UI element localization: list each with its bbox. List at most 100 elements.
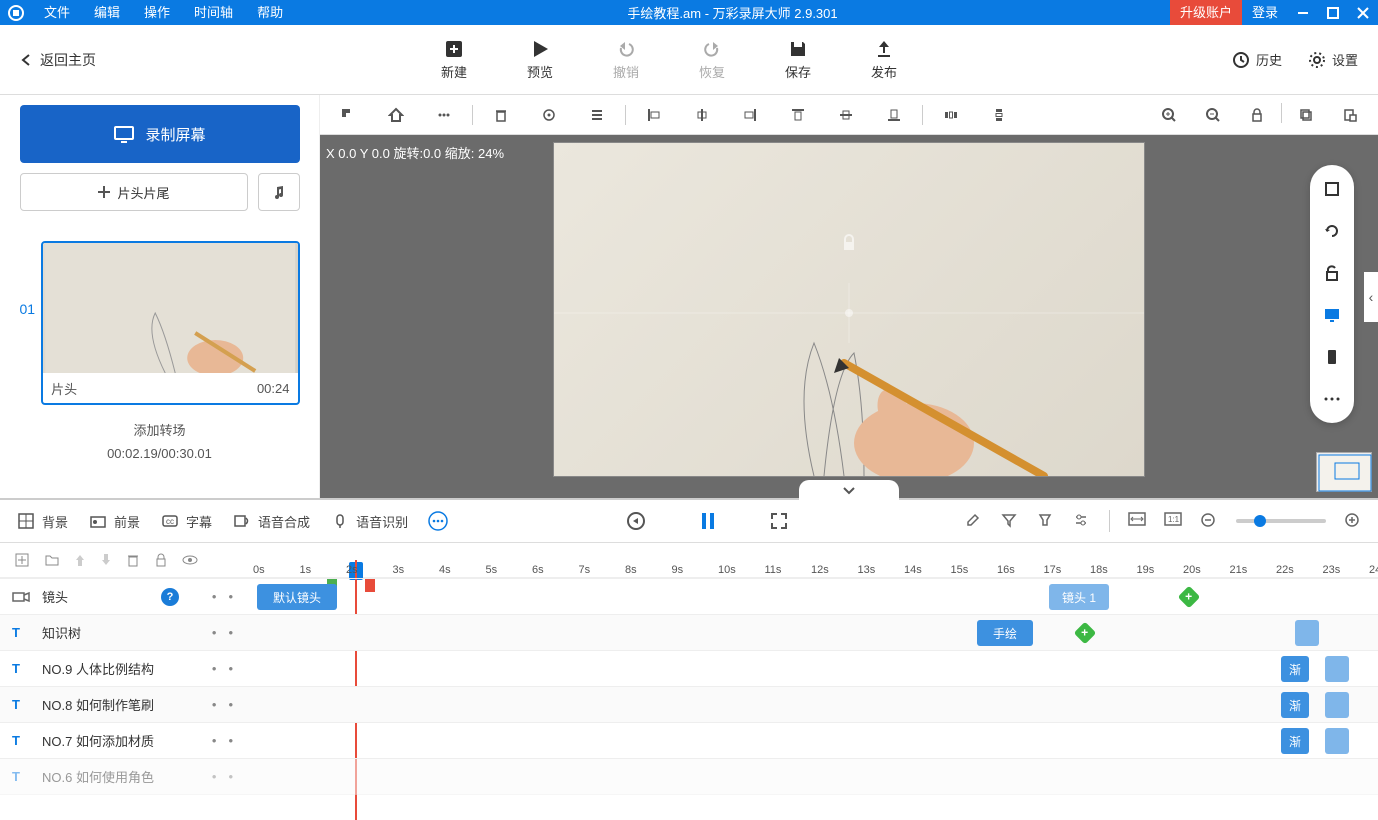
minimize-button[interactable]: [1288, 0, 1318, 25]
home-icon[interactable]: [384, 103, 408, 127]
clip-fade[interactable]: 渐: [1281, 728, 1309, 754]
canvas-stage[interactable]: [320, 135, 1378, 498]
maximize-button[interactable]: [1318, 0, 1348, 25]
clip-end[interactable]: [1295, 620, 1319, 646]
edit-icon[interactable]: [965, 512, 983, 530]
mobile-icon[interactable]: [1320, 345, 1344, 369]
eye-icon[interactable]: [182, 554, 198, 566]
subtitle-button[interactable]: cc字幕: [160, 511, 212, 531]
clip-default-camera[interactable]: 默认镜头: [257, 584, 337, 610]
align-left-icon[interactable]: [642, 103, 666, 127]
expand-right-panel-button[interactable]: ‹: [1364, 272, 1378, 322]
target-icon[interactable]: [537, 103, 561, 127]
up-icon[interactable]: [74, 552, 86, 568]
menu-file[interactable]: 文件: [32, 0, 82, 25]
clip-end[interactable]: [1325, 728, 1349, 754]
undo-button[interactable]: 撤销: [613, 38, 639, 81]
zoom-slider[interactable]: [1236, 519, 1326, 523]
track-content[interactable]: 渐: [253, 723, 1378, 758]
more-tools-icon[interactable]: [1320, 387, 1344, 411]
unlock-icon[interactable]: [1320, 261, 1344, 285]
scene-card[interactable]: 片头 00:24: [41, 241, 299, 405]
menu-timeline[interactable]: 时间轴: [182, 0, 245, 25]
corner-icon[interactable]: [336, 103, 360, 127]
collapse-panel-button[interactable]: [799, 480, 899, 500]
canvas-frame[interactable]: [554, 143, 1144, 476]
add-transition-button[interactable]: 添加转场: [107, 419, 212, 442]
mini-map[interactable]: [1316, 452, 1372, 492]
close-button[interactable]: [1348, 0, 1378, 25]
align-bottom-icon[interactable]: [882, 103, 906, 127]
pause-button[interactable]: [697, 510, 719, 532]
track-content[interactable]: 手绘 +: [253, 615, 1378, 650]
add-track-icon[interactable]: [14, 552, 30, 568]
fullscreen-icon[interactable]: [1320, 177, 1344, 201]
preview-button[interactable]: 预览: [527, 38, 553, 81]
clip-fade[interactable]: 渐: [1281, 692, 1309, 718]
menu-edit[interactable]: 编辑: [82, 0, 132, 25]
more-options-icon[interactable]: [428, 511, 448, 531]
align-center-h-icon[interactable]: [690, 103, 714, 127]
list-icon[interactable]: [585, 103, 609, 127]
more-icon[interactable]: [432, 103, 456, 127]
add-keyframe-button[interactable]: +: [1178, 586, 1201, 609]
track-content[interactable]: 渐: [253, 687, 1378, 722]
zoom-out-icon[interactable]: [1201, 103, 1225, 127]
canvas-area: X 0.0 Y 0.0 旋转:0.0 缩放: 24%: [320, 95, 1378, 498]
desktop-icon[interactable]: [1320, 303, 1344, 327]
distribute-h-icon[interactable]: [939, 103, 963, 127]
clip-camera-1[interactable]: 镜头 1: [1049, 584, 1109, 610]
distribute-v-icon[interactable]: [987, 103, 1011, 127]
music-button[interactable]: [258, 173, 300, 211]
align-right-icon[interactable]: [738, 103, 762, 127]
lock-icon[interactable]: [1245, 103, 1269, 127]
track-content[interactable]: 默认镜头 镜头 1 +: [253, 579, 1378, 614]
track-lock-icon[interactable]: [154, 552, 168, 568]
add-keyframe-button[interactable]: +: [1074, 622, 1097, 645]
foreground-button[interactable]: 前景: [88, 511, 140, 531]
zoom-out-timeline-icon[interactable]: [1200, 512, 1218, 530]
ruler-tick: 17s: [1044, 564, 1062, 576]
clip-end[interactable]: [1325, 692, 1349, 718]
track-content[interactable]: [253, 759, 1378, 794]
head-tail-button[interactable]: 片头片尾: [20, 173, 248, 211]
publish-button[interactable]: 发布: [871, 38, 897, 81]
clip-handdraw[interactable]: 手绘: [977, 620, 1033, 646]
back-home-button[interactable]: 返回主页: [10, 44, 106, 76]
down-icon[interactable]: [100, 552, 112, 568]
upgrade-button[interactable]: 升级账户: [1170, 0, 1242, 25]
rewind-button[interactable]: [625, 510, 647, 532]
sliders-icon[interactable]: [1073, 512, 1091, 530]
trash-icon[interactable]: [489, 103, 513, 127]
settings-button[interactable]: 设置: [1308, 50, 1358, 69]
zoom-in-icon[interactable]: [1157, 103, 1181, 127]
fit-width-icon[interactable]: [1128, 512, 1146, 530]
delete-track-icon[interactable]: [126, 552, 140, 568]
menu-help[interactable]: 帮助: [245, 0, 295, 25]
rotate-icon[interactable]: [1320, 219, 1344, 243]
fullscreen-preview-button[interactable]: [769, 510, 789, 532]
align-middle-v-icon[interactable]: [834, 103, 858, 127]
new-button[interactable]: 新建: [441, 38, 467, 81]
track-content[interactable]: 渐: [253, 651, 1378, 686]
clip-fade[interactable]: 渐: [1281, 656, 1309, 682]
help-icon[interactable]: ?: [161, 588, 179, 606]
record-screen-button[interactable]: 录制屏幕: [20, 105, 300, 163]
funnel-icon[interactable]: [1037, 512, 1055, 530]
clip-end[interactable]: [1325, 656, 1349, 682]
copy-icon[interactable]: [1294, 103, 1318, 127]
login-button[interactable]: 登录: [1242, 0, 1288, 25]
folder-icon[interactable]: [44, 552, 60, 568]
ratio-icon[interactable]: 1:1: [1164, 512, 1182, 530]
background-button[interactable]: 背景: [16, 511, 68, 531]
tts-button[interactable]: 语音合成: [232, 511, 310, 531]
zoom-in-timeline-icon[interactable]: [1344, 512, 1362, 530]
align-top-icon[interactable]: [786, 103, 810, 127]
filter-icon[interactable]: [1001, 512, 1019, 530]
menu-action[interactable]: 操作: [132, 0, 182, 25]
save-button[interactable]: 保存: [785, 38, 811, 81]
history-button[interactable]: 历史: [1232, 50, 1282, 69]
redo-button[interactable]: 恢复: [699, 38, 725, 81]
asr-button[interactable]: 语音识别: [330, 511, 408, 531]
paste-icon[interactable]: [1338, 103, 1362, 127]
